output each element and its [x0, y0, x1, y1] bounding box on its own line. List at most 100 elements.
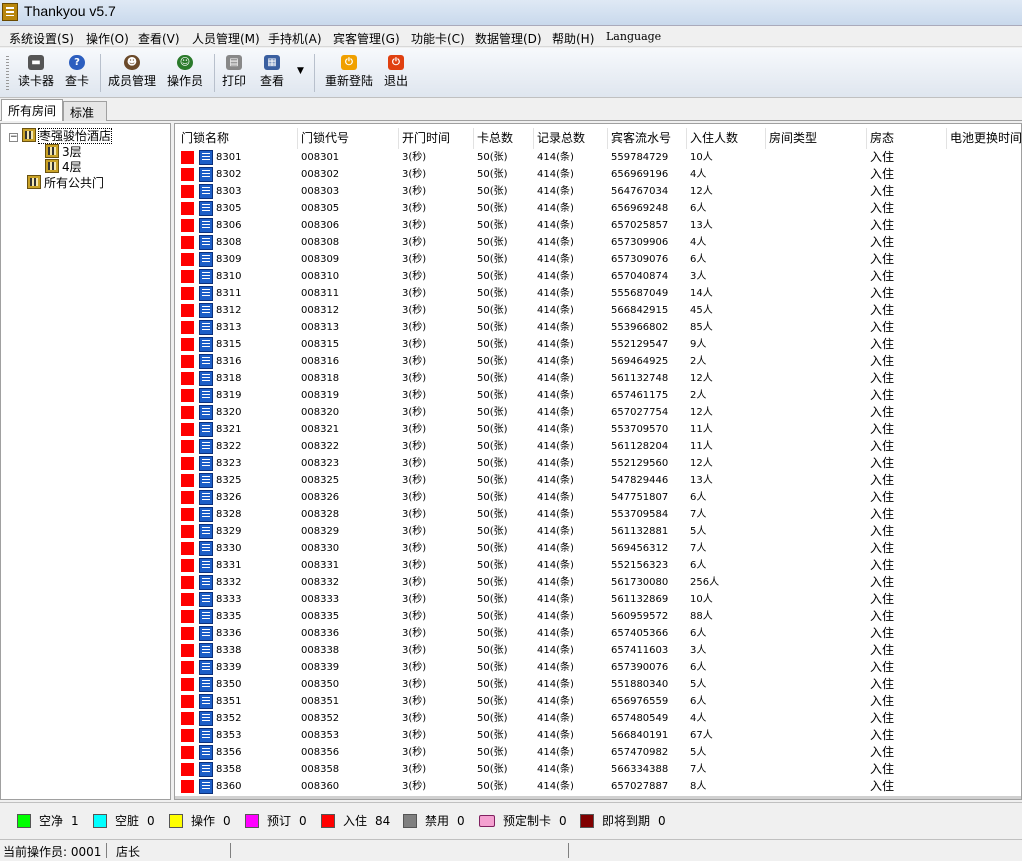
- menu-personnel[interactable]: 人员管理(M): [192, 30, 260, 47]
- table-row[interactable]: 8356 008356 3(秒) 50(张) 414(条) 657470982 5人 入住: [175, 744, 1021, 761]
- table-row[interactable]: 8308 008308 3(秒) 50(张) 414(条) 657309906 4人 入住: [175, 234, 1021, 251]
- column-header-room-status[interactable]: 房态: [867, 128, 947, 149]
- menu-operate[interactable]: 操作(O): [86, 30, 129, 47]
- table-row[interactable]: 8315 008315 3(秒) 50(张) 414(条) 552129547 9人 入住: [175, 336, 1021, 353]
- table-row[interactable]: 8311 008311 3(秒) 50(张) 414(条) 555687049 14人 入住: [175, 285, 1021, 302]
- cell-occupants: 6人: [690, 492, 707, 503]
- table-row[interactable]: 8310 008310 3(秒) 50(张) 414(条) 657040874 3人 入住: [175, 268, 1021, 285]
- member-management-button[interactable]: ☻ 成员管理: [107, 52, 157, 94]
- column-header-card-total[interactable]: 卡总数: [474, 128, 534, 149]
- collapse-toggle-icon[interactable]: −: [9, 133, 18, 142]
- horizontal-scrollbar[interactable]: [175, 796, 1021, 799]
- table-row[interactable]: 8322 008322 3(秒) 50(张) 414(条) 561128204 11人 入住: [175, 438, 1021, 455]
- door-lock-icon: [199, 575, 213, 590]
- tab-all-rooms[interactable]: 所有房间: [1, 99, 64, 121]
- cell-lock-code: 008326: [301, 492, 340, 503]
- table-row[interactable]: 8328 008328 3(秒) 50(张) 414(条) 553709584 7人 入住: [175, 506, 1021, 523]
- menu-help[interactable]: 帮助(H): [552, 30, 594, 47]
- table-row[interactable]: 8351 008351 3(秒) 50(张) 414(条) 656976559 6人 入住: [175, 693, 1021, 710]
- legend-swatch: [17, 814, 31, 828]
- operator-button[interactable]: ☺ 操作员: [166, 52, 204, 94]
- menu-data[interactable]: 数据管理(D): [475, 30, 542, 47]
- cell-card-total: 50(张): [477, 492, 508, 503]
- table-row[interactable]: 8350 008350 3(秒) 50(张) 414(条) 551880340 5人 入住: [175, 676, 1021, 693]
- table-row[interactable]: 8336 008336 3(秒) 50(张) 414(条) 657405366 6人 入住: [175, 625, 1021, 642]
- table-row[interactable]: 8333 008333 3(秒) 50(张) 414(条) 561132869 10人 入住: [175, 591, 1021, 608]
- table-row[interactable]: 8330 008330 3(秒) 50(张) 414(条) 569456312 7人 入住: [175, 540, 1021, 557]
- table-row[interactable]: 8339 008339 3(秒) 50(张) 414(条) 657390076 6人 入住: [175, 659, 1021, 676]
- table-row[interactable]: 8335 008335 3(秒) 50(张) 414(条) 560959572 88人 入住: [175, 608, 1021, 625]
- print-button[interactable]: ▤ 打印: [220, 52, 248, 94]
- column-header-battery-time[interactable]: 电池更换时间: [947, 128, 1021, 149]
- table-row[interactable]: 8320 008320 3(秒) 50(张) 414(条) 657027754 12人 入住: [175, 404, 1021, 421]
- column-header-lock-code[interactable]: 门锁代号: [298, 128, 399, 149]
- tree-node-public-doors[interactable]: 所有公共门: [27, 175, 104, 191]
- check-card-button[interactable]: ? 查卡: [62, 52, 92, 94]
- table-row[interactable]: 8332 008332 3(秒) 50(张) 414(条) 561730080 256人 入住: [175, 574, 1021, 591]
- table-row[interactable]: 8352 008352 3(秒) 50(张) 414(条) 657480549 4人 入住: [175, 710, 1021, 727]
- tree-node-floor3[interactable]: 3层: [45, 144, 82, 160]
- table-row[interactable]: 8331 008331 3(秒) 50(张) 414(条) 552156323 6人 入住: [175, 557, 1021, 574]
- room-tabs: 所有房间 标准: [0, 99, 1022, 121]
- table-row[interactable]: 8318 008318 3(秒) 50(张) 414(条) 561132748 12人 入住: [175, 370, 1021, 387]
- table-row[interactable]: 8313 008313 3(秒) 50(张) 414(条) 553966802 85人 入住: [175, 319, 1021, 336]
- table-row[interactable]: 8360 008360 3(秒) 50(张) 414(条) 657027887 8人 入住: [175, 778, 1021, 795]
- exit-button[interactable]: ⏻ 退出: [382, 52, 410, 94]
- table-row[interactable]: 8353 008353 3(秒) 50(张) 414(条) 566840191 67人 入住: [175, 727, 1021, 744]
- cell-card-total: 50(张): [477, 628, 508, 639]
- legend-swatch: [245, 814, 259, 828]
- menu-language[interactable]: Language: [606, 30, 661, 43]
- door-lock-icon: [199, 541, 213, 556]
- table-row[interactable]: 8325 008325 3(秒) 50(张) 414(条) 547829446 13人 入住: [175, 472, 1021, 489]
- tab-standard[interactable]: 标准: [63, 101, 107, 121]
- cell-record-total: 414(条): [537, 339, 574, 350]
- column-header-guest-serial[interactable]: 宾客流水号: [608, 128, 687, 149]
- table-row[interactable]: 8358 008358 3(秒) 50(张) 414(条) 566334388 7人 入住: [175, 761, 1021, 778]
- relogin-button[interactable]: ⏻ 重新登陆: [322, 52, 376, 94]
- table-row[interactable]: 8316 008316 3(秒) 50(张) 414(条) 569464925 2人 入住: [175, 353, 1021, 370]
- tree-node-hotel[interactable]: − 枣强骏怡酒店: [9, 128, 113, 144]
- cell-card-total: 50(张): [477, 254, 508, 265]
- menu-system-settings[interactable]: 系统设置(S): [9, 30, 74, 47]
- cell-card-total: 50(张): [477, 169, 508, 180]
- table-row[interactable]: 8338 008338 3(秒) 50(张) 414(条) 657411603 3人 入住: [175, 642, 1021, 659]
- table-row[interactable]: 8301 008301 3(秒) 50(张) 414(条) 559784729 10人 入住: [175, 149, 1021, 166]
- room-status-indicator: [181, 236, 194, 249]
- view-button[interactable]: ▦ 查看: [258, 52, 286, 94]
- column-header-occupants[interactable]: 入住人数: [687, 128, 766, 149]
- cell-guest-serial: 657309906: [611, 237, 669, 248]
- cell-record-total: 414(条): [537, 645, 574, 656]
- column-header-room-type[interactable]: 房间类型: [766, 128, 867, 149]
- table-row[interactable]: 8312 008312 3(秒) 50(张) 414(条) 566842915 45人 入住: [175, 302, 1021, 319]
- cell-room-status: 入住: [870, 541, 895, 555]
- table-row[interactable]: 8303 008303 3(秒) 50(张) 414(条) 564767034 12人 入住: [175, 183, 1021, 200]
- tree-node-floor4[interactable]: 4层: [45, 159, 82, 175]
- column-header-open-time[interactable]: 开门时间: [399, 128, 474, 149]
- table-row[interactable]: 8306 008306 3(秒) 50(张) 414(条) 657025857 13人 入住: [175, 217, 1021, 234]
- toolbar-grip[interactable]: [6, 56, 9, 90]
- room-tree: − 枣强骏怡酒店 3层 4层 所有公共门: [0, 123, 171, 800]
- read-card-button[interactable]: ▬ 读卡器: [16, 52, 56, 94]
- menu-function-card[interactable]: 功能卡(C): [411, 30, 465, 47]
- table-row[interactable]: 8309 008309 3(秒) 50(张) 414(条) 657309076 6人 入住: [175, 251, 1021, 268]
- cell-open-time: 3(秒): [402, 475, 427, 486]
- column-header-lock-name[interactable]: 门锁名称: [178, 128, 298, 149]
- table-row[interactable]: 8326 008326 3(秒) 50(张) 414(条) 547751807 6人 入住: [175, 489, 1021, 506]
- cell-record-total: 414(条): [537, 373, 574, 384]
- menu-view[interactable]: 查看(V): [138, 30, 180, 47]
- column-header-record-total[interactable]: 记录总数: [534, 128, 608, 149]
- menu-handheld[interactable]: 手持机(A): [268, 30, 322, 47]
- menu-guest[interactable]: 宾客管理(G): [333, 30, 400, 47]
- cell-room-status: 入住: [870, 167, 895, 181]
- cell-lock-code: 008332: [301, 577, 340, 588]
- view-dropdown-arrow-icon[interactable]: ▼: [297, 66, 304, 76]
- cell-room-status: 入住: [870, 286, 895, 300]
- table-row[interactable]: 8323 008323 3(秒) 50(张) 414(条) 552129560 12人 入住: [175, 455, 1021, 472]
- table-row[interactable]: 8321 008321 3(秒) 50(张) 414(条) 553709570 11人 入住: [175, 421, 1021, 438]
- table-row[interactable]: 8302 008302 3(秒) 50(张) 414(条) 656969196 4人 入住: [175, 166, 1021, 183]
- table-row[interactable]: 8319 008319 3(秒) 50(张) 414(条) 657461175 2人 入住: [175, 387, 1021, 404]
- cell-occupants: 88人: [690, 611, 713, 622]
- room-status-indicator: [181, 423, 194, 436]
- table-row[interactable]: 8305 008305 3(秒) 50(张) 414(条) 656969248 6人 入住: [175, 200, 1021, 217]
- table-row[interactable]: 8329 008329 3(秒) 50(张) 414(条) 561132881 5人 入住: [175, 523, 1021, 540]
